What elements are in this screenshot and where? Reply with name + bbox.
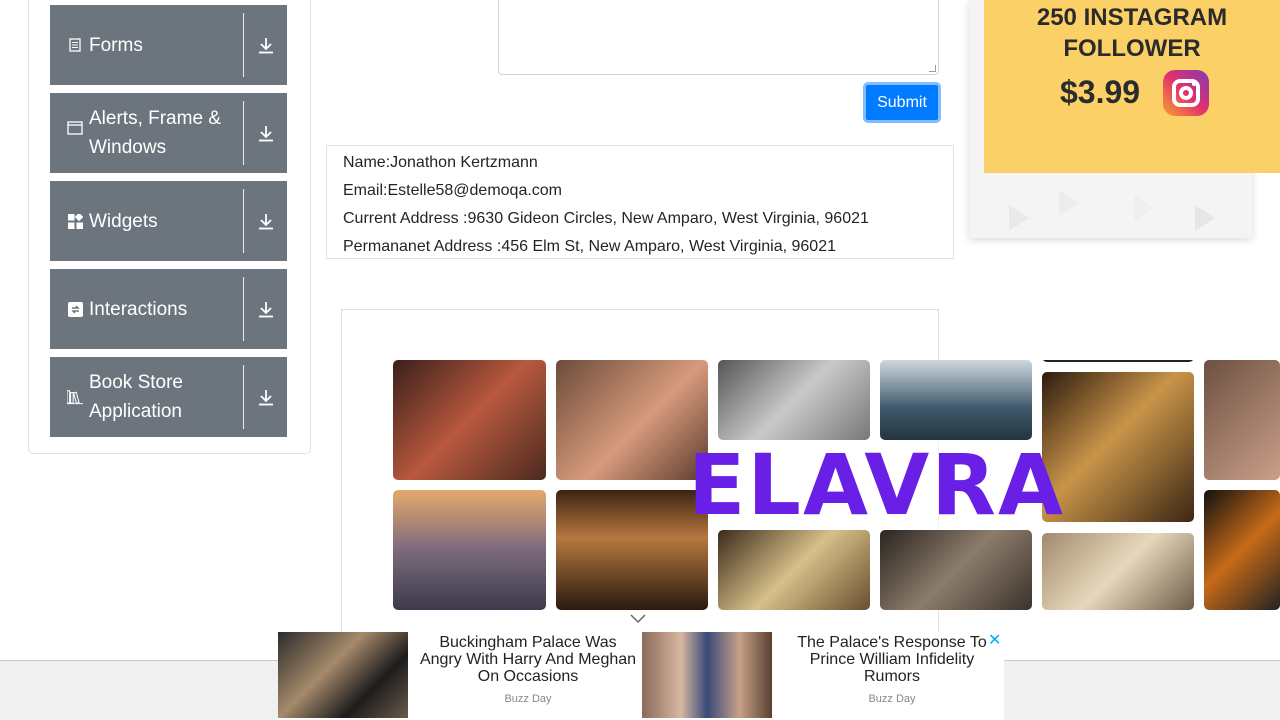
ad-story-thumbnail <box>642 632 772 718</box>
window-icon <box>67 121 83 135</box>
interactions-icon <box>67 301 83 317</box>
ad-tile <box>718 360 870 440</box>
sidebar-group-label: Interactions <box>89 298 188 320</box>
sidebar-group-label: Book Store Application <box>89 372 183 422</box>
output-name: Name:Jonathon Kertzmann <box>343 154 538 171</box>
close-icon[interactable]: ✕ <box>988 630 1001 650</box>
sidebar-group-label: Alerts, Frame & Windows <box>89 108 221 158</box>
form-icon <box>67 38 83 52</box>
ad-price: $3.99 <box>1060 74 1141 110</box>
download-icon[interactable] <box>244 357 287 437</box>
ad-story-1[interactable]: Buckingham Palace Was Angry With Harry A… <box>278 632 638 720</box>
page: Forms Alerts, Frame & Windows Widgets In… <box>0 0 1280 720</box>
sidebar-group-bookstore[interactable]: Book Store Application <box>50 357 287 437</box>
bottom-ad: Buckingham Palace Was Angry With Harry A… <box>278 632 1004 720</box>
sidebar-group-header[interactable]: Book Store Application <box>50 357 244 437</box>
sidebar-group-label: Widgets <box>89 210 158 232</box>
ad-story-thumbnail <box>278 632 408 718</box>
ad-story-headline: Buckingham Palace Was Angry With Harry A… <box>419 634 637 685</box>
output-permanent-address: Permananet Address :456 Elm St, New Ampa… <box>343 238 836 255</box>
download-icon[interactable] <box>244 93 287 173</box>
sidebar-group-header[interactable]: Widgets <box>50 181 244 261</box>
ad-tile <box>556 490 708 610</box>
submit-button[interactable]: Submit <box>863 82 941 123</box>
sidebar-group-alerts[interactable]: Alerts, Frame & Windows <box>50 93 287 173</box>
chevron-down-icon[interactable] <box>630 611 646 629</box>
sidebar-group-header[interactable]: Forms <box>50 5 244 85</box>
ad-tile <box>880 530 1032 610</box>
output-panel: Name:Jonathon Kertzmann Email:Estelle58@… <box>326 145 954 259</box>
permanent-address-textarea[interactable] <box>498 0 939 75</box>
ad-tile <box>393 490 546 610</box>
resize-handle[interactable] <box>929 65 936 72</box>
ad-tile <box>556 360 708 480</box>
ad-story-2[interactable]: The Palace's Response To Prince William … <box>642 632 1002 720</box>
sidebar-group-label: Forms <box>89 34 143 56</box>
ad-tile <box>880 360 1032 440</box>
ad-tile <box>1042 533 1194 610</box>
ad-tile <box>1204 490 1280 610</box>
ad-tile <box>1204 360 1280 480</box>
ad-story-headline: The Palace's Response To Prince William … <box>797 634 987 685</box>
download-icon[interactable] <box>244 269 287 349</box>
instagram-icon <box>1163 70 1209 116</box>
bookstore-icon <box>67 389 83 405</box>
ad-story-source: Buzz Day <box>868 693 916 705</box>
sidebar-group-forms[interactable]: Forms <box>50 5 287 85</box>
ad-tile <box>393 360 546 480</box>
right-ad-banner[interactable]: 250 INSTAGRAM FOLLOWER $3.99 <box>984 0 1280 173</box>
ad-tile <box>718 530 870 610</box>
output-email: Email:Estelle58@demoqa.com <box>343 182 563 199</box>
sidebar-group-interactions[interactable]: Interactions <box>50 269 287 349</box>
ad-line-1: 250 INSTAGRAM <box>1036 4 1228 31</box>
sidebar: Forms Alerts, Frame & Windows Widgets In… <box>28 0 311 454</box>
ad-brand-logo[interactable]: ELAVRA <box>688 436 1063 534</box>
ad-line-2: FOLLOWER <box>1063 35 1201 62</box>
widgets-icon <box>67 213 83 229</box>
download-icon[interactable] <box>244 5 287 85</box>
sidebar-group-widgets[interactable]: Widgets <box>50 181 287 261</box>
ad-tile <box>1042 360 1194 362</box>
download-icon[interactable] <box>244 181 287 261</box>
sidebar-group-header[interactable]: Interactions <box>50 269 244 349</box>
ad-story-source: Buzz Day <box>504 693 552 705</box>
output-current-address: Current Address :9630 Gideon Circles, Ne… <box>343 210 869 227</box>
ad-brand-text: ELAVRA <box>688 436 1065 534</box>
sidebar-group-header[interactable]: Alerts, Frame & Windows <box>50 93 244 173</box>
